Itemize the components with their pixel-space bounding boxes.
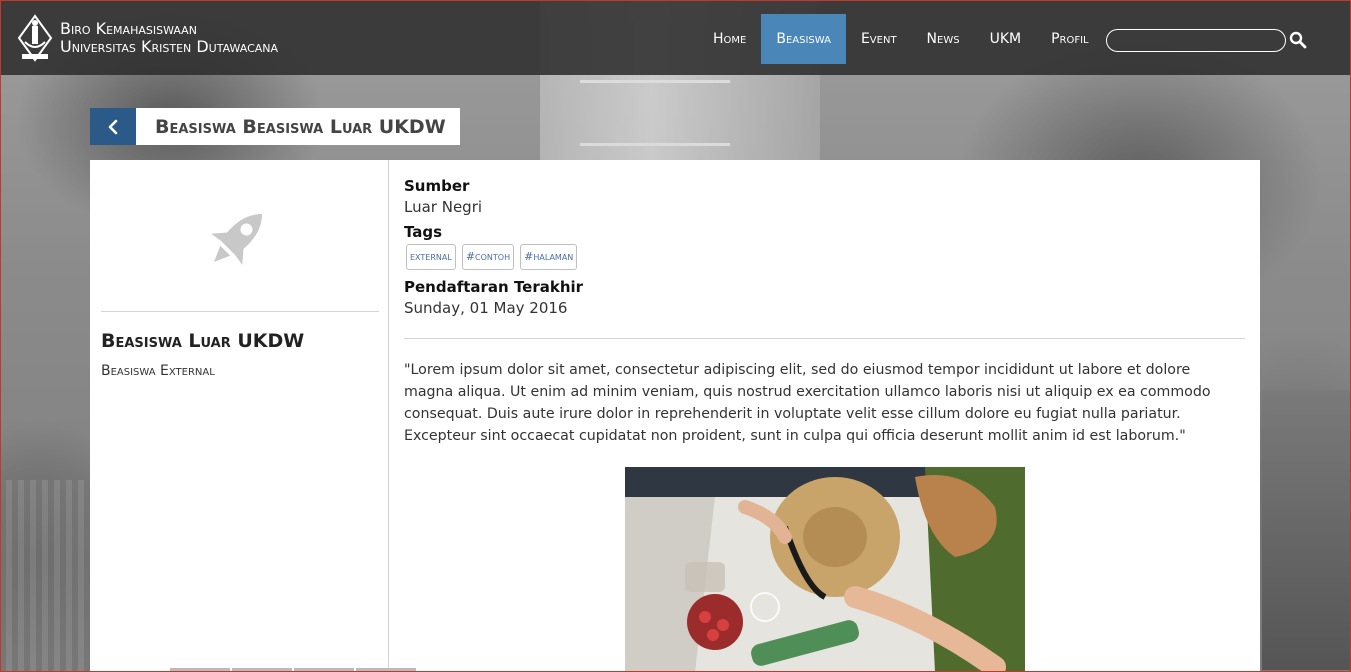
scholarship-category: Beasiswa External [101, 363, 215, 379]
picnic-photo [625, 467, 1025, 672]
back-button[interactable] [90, 108, 136, 145]
chevron-left-icon [108, 119, 118, 134]
search-input[interactable] [1107, 30, 1285, 52]
detail-panel: Sumber Luar Negri Tags external #contoh … [404, 160, 1246, 672]
brand-line2: Universitas Kristen Dutawacana [60, 36, 279, 56]
deadline-value: Sunday, 01 May 2016 [404, 299, 568, 317]
bottom-strip [170, 668, 416, 672]
brand[interactable]: Biro Kemahasiswaan Universitas Kristen D… [16, 13, 279, 62]
search-icon[interactable] [1289, 31, 1307, 49]
background-fence [0, 480, 90, 672]
nav-item-beasiswa[interactable]: Beasiswa [761, 14, 846, 64]
page-title-box: Beasiswa Beasiswa Luar UKDW [136, 108, 460, 145]
tag-external[interactable]: external [406, 244, 456, 270]
nav-item-news[interactable]: News [912, 14, 975, 64]
nav-item-ukm[interactable]: UKM [975, 14, 1037, 64]
sumber-label: Sumber [404, 177, 470, 195]
page-title: Beasiswa Beasiswa Luar UKDW [155, 115, 446, 138]
left-panel: Beasiswa Luar UKDW Beasiswa External [90, 160, 389, 672]
tags-label: Tags [404, 223, 443, 241]
brand-line1: Biro Kemahasiswaan [60, 18, 197, 38]
main-nav: Home Beasiswa Event News UKM Profil [698, 14, 1104, 64]
background-shed [1262, 390, 1351, 670]
description: "Lorem ipsum dolor sit amet, consectetur… [404, 362, 1211, 444]
deadline-label: Pendaftaran Terakhir [404, 278, 584, 296]
search-box [1106, 29, 1286, 52]
tag-contoh[interactable]: #contoh [461, 244, 515, 270]
detail-divider [404, 338, 1245, 339]
ukdw-logo-icon [17, 13, 53, 62]
nav-item-profil[interactable]: Profil [1036, 14, 1104, 64]
nav-item-home[interactable]: Home [698, 14, 761, 64]
tag-list: external #contoh #halaman [406, 244, 578, 270]
scholarship-card: Beasiswa Luar UKDW Beasiswa External Sum… [90, 160, 1260, 672]
scholarship-title: Beasiswa Luar UKDW [101, 330, 305, 352]
tag-halaman[interactable]: #halaman [520, 244, 578, 270]
sumber-value: Luar Negri [404, 198, 483, 216]
site-header: Biro Kemahasiswaan Universitas Kristen D… [0, 0, 1351, 75]
left-divider [101, 311, 379, 312]
nav-item-event[interactable]: Event [846, 14, 912, 64]
rocket-icon [211, 213, 263, 265]
